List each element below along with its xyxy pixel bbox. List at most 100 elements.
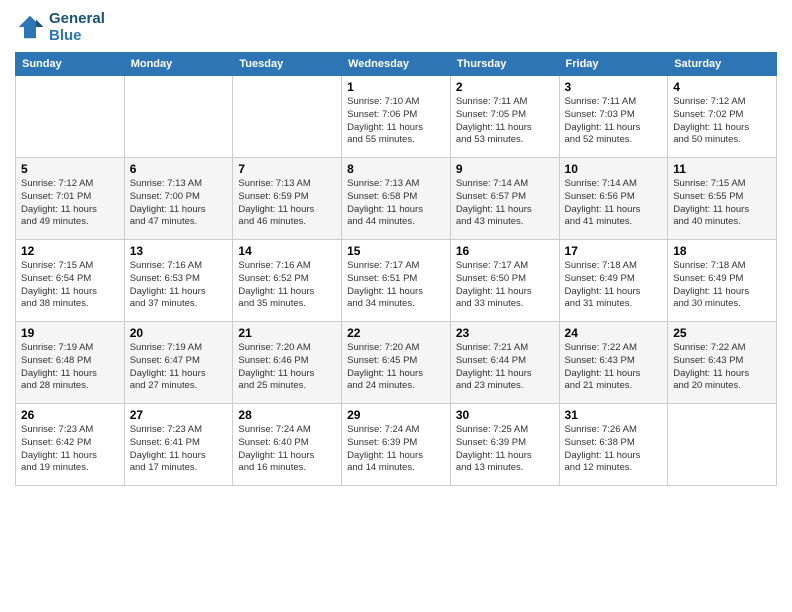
- calendar-cell: 19 Sunrise: 7:19 AM Sunset: 6:48 PM Dayli…: [16, 322, 125, 404]
- day-header-wednesday: Wednesday: [342, 53, 451, 76]
- calendar-cell: 28Sunrise: 7:24 AM Sunset: 6:40 PM Dayli…: [233, 404, 342, 486]
- calendar-week-3: 12Sunrise: 7:15 AM Sunset: 6:54 PM Dayli…: [16, 240, 777, 322]
- calendar-cell: 8 Sunrise: 7:13 AM Sunset: 6:58 PM Daylig…: [342, 158, 451, 240]
- day-info: Sunrise: 7:11 AM Sunset: 7:03 PM Dayligh…: [565, 96, 663, 147]
- day-number: 22: [347, 326, 445, 340]
- day-number: 20: [130, 326, 228, 340]
- day-info: Sunrise: 7:13 AM Sunset: 6:59 PM Dayligh…: [238, 178, 336, 229]
- calendar-week-1: 1Sunrise: 7:10 AM Sunset: 7:06 PM Daylig…: [16, 76, 777, 158]
- calendar-table: SundayMondayTuesdayWednesdayThursdayFrid…: [15, 52, 777, 486]
- day-header-saturday: Saturday: [668, 53, 777, 76]
- day-number: 3: [565, 80, 663, 94]
- day-info: Sunrise: 7:19 AM Sunset: 6:48 PM Dayligh…: [21, 342, 119, 393]
- day-info: Sunrise: 7:14 AM Sunset: 6:56 PM Dayligh…: [565, 178, 663, 229]
- calendar-cell: [16, 76, 125, 158]
- calendar-cell: 23Sunrise: 7:21 AM Sunset: 6:44 PM Dayli…: [450, 322, 559, 404]
- day-info: Sunrise: 7:20 AM Sunset: 6:46 PM Dayligh…: [238, 342, 336, 393]
- day-info: Sunrise: 7:18 AM Sunset: 6:49 PM Dayligh…: [565, 260, 663, 311]
- day-info: Sunrise: 7:20 AM Sunset: 6:45 PM Dayligh…: [347, 342, 445, 393]
- calendar-cell: 7 Sunrise: 7:13 AM Sunset: 6:59 PM Daylig…: [233, 158, 342, 240]
- calendar-cell: [233, 76, 342, 158]
- day-info: Sunrise: 7:17 AM Sunset: 6:51 PM Dayligh…: [347, 260, 445, 311]
- day-info: Sunrise: 7:15 AM Sunset: 6:55 PM Dayligh…: [673, 178, 771, 229]
- day-number: 28: [238, 408, 336, 422]
- calendar-cell: 10 Sunrise: 7:14 AM Sunset: 6:56 PM Dayli…: [559, 158, 668, 240]
- day-info: Sunrise: 7:15 AM Sunset: 6:54 PM Dayligh…: [21, 260, 119, 311]
- day-header-thursday: Thursday: [450, 53, 559, 76]
- day-info: Sunrise: 7:24 AM Sunset: 6:39 PM Dayligh…: [347, 424, 445, 475]
- day-info: Sunrise: 7:25 AM Sunset: 6:39 PM Dayligh…: [456, 424, 554, 475]
- day-number: 27: [130, 408, 228, 422]
- day-info: Sunrise: 7:11 AM Sunset: 7:05 PM Dayligh…: [456, 96, 554, 147]
- day-number: 10: [565, 162, 663, 176]
- logo-text: General Blue: [49, 10, 105, 44]
- day-header-sunday: Sunday: [16, 53, 125, 76]
- calendar-cell: 24Sunrise: 7:22 AM Sunset: 6:43 PM Dayli…: [559, 322, 668, 404]
- logo: General Blue: [15, 10, 105, 44]
- day-info: Sunrise: 7:19 AM Sunset: 6:47 PM Dayligh…: [130, 342, 228, 393]
- day-number: 2: [456, 80, 554, 94]
- calendar-cell: 22 Sunrise: 7:20 AM Sunset: 6:45 PM Dayli…: [342, 322, 451, 404]
- calendar-cell: 16Sunrise: 7:17 AM Sunset: 6:50 PM Dayli…: [450, 240, 559, 322]
- day-number: 30: [456, 408, 554, 422]
- calendar-cell: 5 Sunrise: 7:12 AM Sunset: 7:01 PM Daylig…: [16, 158, 125, 240]
- day-number: 31: [565, 408, 663, 422]
- day-info: Sunrise: 7:16 AM Sunset: 6:53 PM Dayligh…: [130, 260, 228, 311]
- day-info: Sunrise: 7:22 AM Sunset: 6:43 PM Dayligh…: [673, 342, 771, 393]
- day-info: Sunrise: 7:14 AM Sunset: 6:57 PM Dayligh…: [456, 178, 554, 229]
- calendar-cell: 1Sunrise: 7:10 AM Sunset: 7:06 PM Daylig…: [342, 76, 451, 158]
- calendar-week-4: 19 Sunrise: 7:19 AM Sunset: 6:48 PM Dayli…: [16, 322, 777, 404]
- day-number: 4: [673, 80, 771, 94]
- calendar-cell: 4 Sunrise: 7:12 AM Sunset: 7:02 PM Daylig…: [668, 76, 777, 158]
- calendar-cell: [668, 404, 777, 486]
- day-number: 6: [130, 162, 228, 176]
- day-number: 17: [565, 244, 663, 258]
- day-header-tuesday: Tuesday: [233, 53, 342, 76]
- calendar-cell: 14Sunrise: 7:16 AM Sunset: 6:52 PM Dayli…: [233, 240, 342, 322]
- calendar-cell: 31 Sunrise: 7:26 AM Sunset: 6:38 PM Dayli…: [559, 404, 668, 486]
- day-header-monday: Monday: [124, 53, 233, 76]
- day-info: Sunrise: 7:21 AM Sunset: 6:44 PM Dayligh…: [456, 342, 554, 393]
- day-number: 19: [21, 326, 119, 340]
- calendar-cell: 3 Sunrise: 7:11 AM Sunset: 7:03 PM Daylig…: [559, 76, 668, 158]
- calendar-cell: 21 Sunrise: 7:20 AM Sunset: 6:46 PM Dayli…: [233, 322, 342, 404]
- calendar-cell: [124, 76, 233, 158]
- day-number: 5: [21, 162, 119, 176]
- calendar-cell: 17 Sunrise: 7:18 AM Sunset: 6:49 PM Dayli…: [559, 240, 668, 322]
- calendar-cell: 18 Sunrise: 7:18 AM Sunset: 6:49 PM Dayli…: [668, 240, 777, 322]
- calendar-cell: 20 Sunrise: 7:19 AM Sunset: 6:47 PM Dayli…: [124, 322, 233, 404]
- calendar-cell: 29 Sunrise: 7:24 AM Sunset: 6:39 PM Dayli…: [342, 404, 451, 486]
- day-info: Sunrise: 7:12 AM Sunset: 7:01 PM Dayligh…: [21, 178, 119, 229]
- calendar-cell: 30 Sunrise: 7:25 AM Sunset: 6:39 PM Dayli…: [450, 404, 559, 486]
- page: General Blue SundayMondayTuesdayWednesda…: [0, 0, 792, 612]
- calendar-cell: 11 Sunrise: 7:15 AM Sunset: 6:55 PM Dayli…: [668, 158, 777, 240]
- calendar-cell: 15 Sunrise: 7:17 AM Sunset: 6:51 PM Dayli…: [342, 240, 451, 322]
- day-info: Sunrise: 7:18 AM Sunset: 6:49 PM Dayligh…: [673, 260, 771, 311]
- day-number: 26: [21, 408, 119, 422]
- day-number: 7: [238, 162, 336, 176]
- header: General Blue: [15, 10, 777, 44]
- day-header-friday: Friday: [559, 53, 668, 76]
- day-number: 15: [347, 244, 445, 258]
- day-info: Sunrise: 7:26 AM Sunset: 6:38 PM Dayligh…: [565, 424, 663, 475]
- day-number: 24: [565, 326, 663, 340]
- day-number: 14: [238, 244, 336, 258]
- calendar-cell: 27Sunrise: 7:23 AM Sunset: 6:41 PM Dayli…: [124, 404, 233, 486]
- day-number: 29: [347, 408, 445, 422]
- day-number: 11: [673, 162, 771, 176]
- day-number: 1: [347, 80, 445, 94]
- day-number: 18: [673, 244, 771, 258]
- day-number: 16: [456, 244, 554, 258]
- calendar-cell: 9Sunrise: 7:14 AM Sunset: 6:57 PM Daylig…: [450, 158, 559, 240]
- day-number: 13: [130, 244, 228, 258]
- logo-icon: [15, 12, 45, 42]
- day-number: 21: [238, 326, 336, 340]
- calendar-cell: 13 Sunrise: 7:16 AM Sunset: 6:53 PM Dayli…: [124, 240, 233, 322]
- day-number: 8: [347, 162, 445, 176]
- calendar-cell: 25 Sunrise: 7:22 AM Sunset: 6:43 PM Dayli…: [668, 322, 777, 404]
- day-info: Sunrise: 7:12 AM Sunset: 7:02 PM Dayligh…: [673, 96, 771, 147]
- calendar-week-2: 5 Sunrise: 7:12 AM Sunset: 7:01 PM Daylig…: [16, 158, 777, 240]
- day-info: Sunrise: 7:23 AM Sunset: 6:42 PM Dayligh…: [21, 424, 119, 475]
- day-number: 25: [673, 326, 771, 340]
- day-info: Sunrise: 7:13 AM Sunset: 6:58 PM Dayligh…: [347, 178, 445, 229]
